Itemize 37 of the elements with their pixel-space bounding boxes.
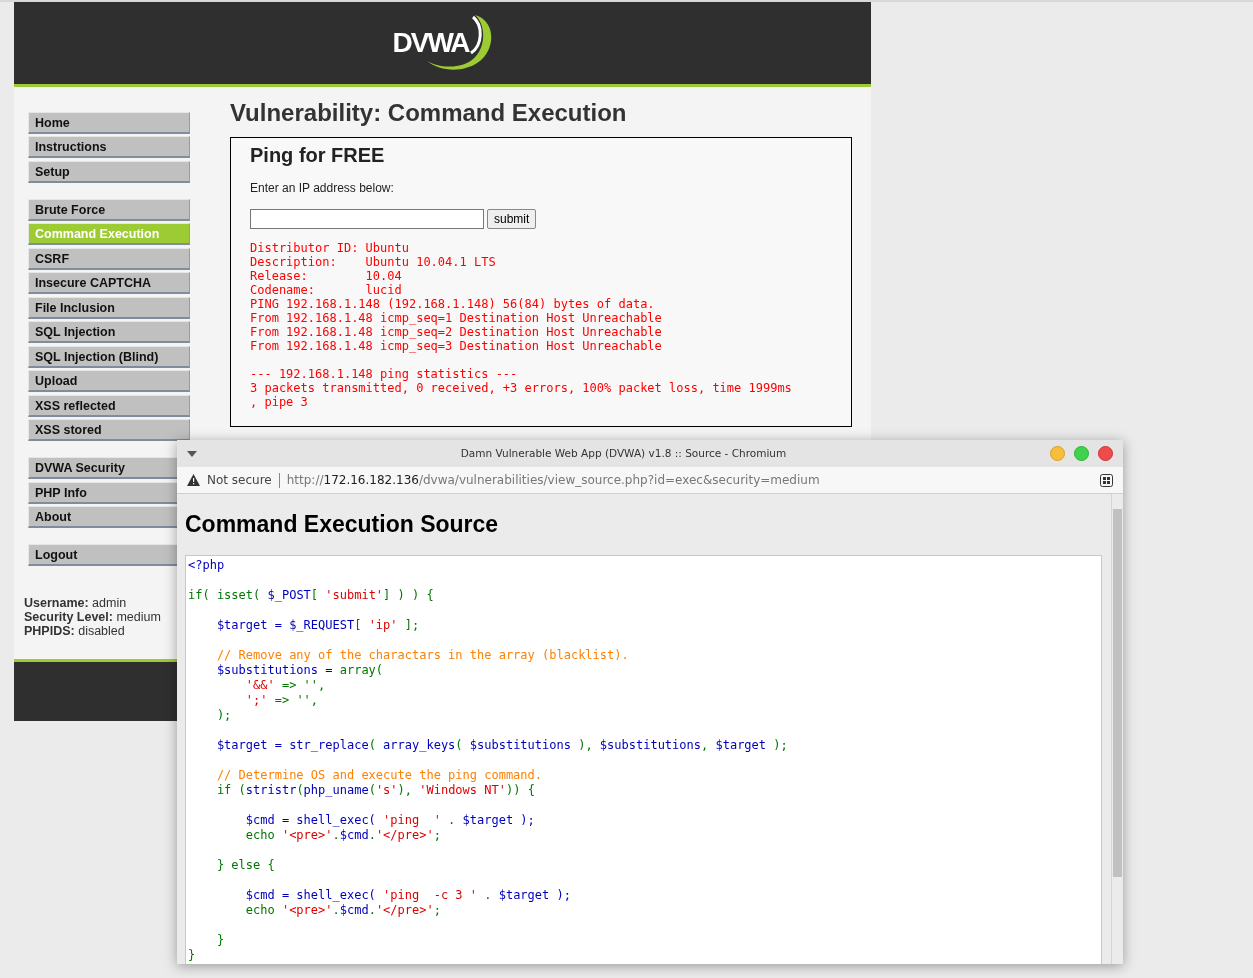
code-line: ';' => '', [244,693,319,708]
output-line: 3 packets transmitted, 0 received, +3 errors, 100% packet loss, time 1999ms [250,381,792,395]
output-line: Release: 10.04 [250,269,402,283]
code-line: $target = str_replace( array_keys( $substitutions ), $substitutions, $target ); [215,738,788,753]
code-line: $cmd = shell_exec( 'ping -c 3 ' . $target ); [244,888,571,903]
code-line: echo '<pre>'.$cmd.'</pre>'; [244,903,441,918]
code-line: // Remove any of the charactars in the array (blacklist). [215,648,629,663]
code-line: ); [215,708,232,723]
code-line: '&&' => '', [244,678,326,693]
security-label: Not secure [207,472,272,489]
output-line: Codename: lucid [250,283,402,297]
ip-prompt: Enter an IP address below: [250,180,395,196]
page-title: Vulnerability: Command Execution [230,98,628,128]
panel-title: Ping for FREE [250,143,386,168]
output-line: From 192.168.1.48 icmp_seq=2 Destination Host Unreachable [250,325,662,339]
code-line: <?php [188,558,225,573]
code-line: echo '<pre>'.$cmd.'</pre>'; [244,828,441,843]
code-line: } [215,933,225,948]
code-line: // Determine OS and execute the ping command. [215,768,542,783]
output-line: Distributor ID: Ubuntu [250,241,409,255]
user-info-line: Username: admin [24,596,128,610]
output-line: From 192.168.1.48 icmp_seq=1 Destination Host Unreachable [250,311,662,325]
output-line: Description: Ubuntu 10.04.1 LTS [250,255,496,269]
code-line: } else { [215,858,275,873]
output-line: --- 192.168.1.148 ping statistics --- [250,367,518,381]
code-line: if (stristr(php_uname('s'), 'Windows NT')) { [215,783,535,798]
code-line: if( isset( $_POST[ 'submit'] ) ) { [188,588,434,603]
code-line: $cmd = shell_exec( 'ping ' . $target ); [244,813,535,828]
output-line: PING 192.168.1.148 (192.168.1.148) 56(84) bytes of data. [250,297,655,311]
user-info-line: Security Level: medium [24,610,162,624]
output-line: From 192.168.1.48 icmp_seq=3 Destination Host Unreachable [250,339,662,353]
code-line: $target = $_REQUEST[ 'ip' ]; [215,618,420,633]
code-line: $substitutions = array( [215,663,384,678]
output-line: , pipe 3 [250,395,308,409]
url-text: http://172.16.182.136/dvwa/vulnerabilities/view_source.php?id=exec&security=medium [286,472,821,489]
window-title: Damn Vulnerable Web App (DVWA) v1.8 :: Source - Chromium [459,445,788,461]
code-line: } [188,948,196,963]
